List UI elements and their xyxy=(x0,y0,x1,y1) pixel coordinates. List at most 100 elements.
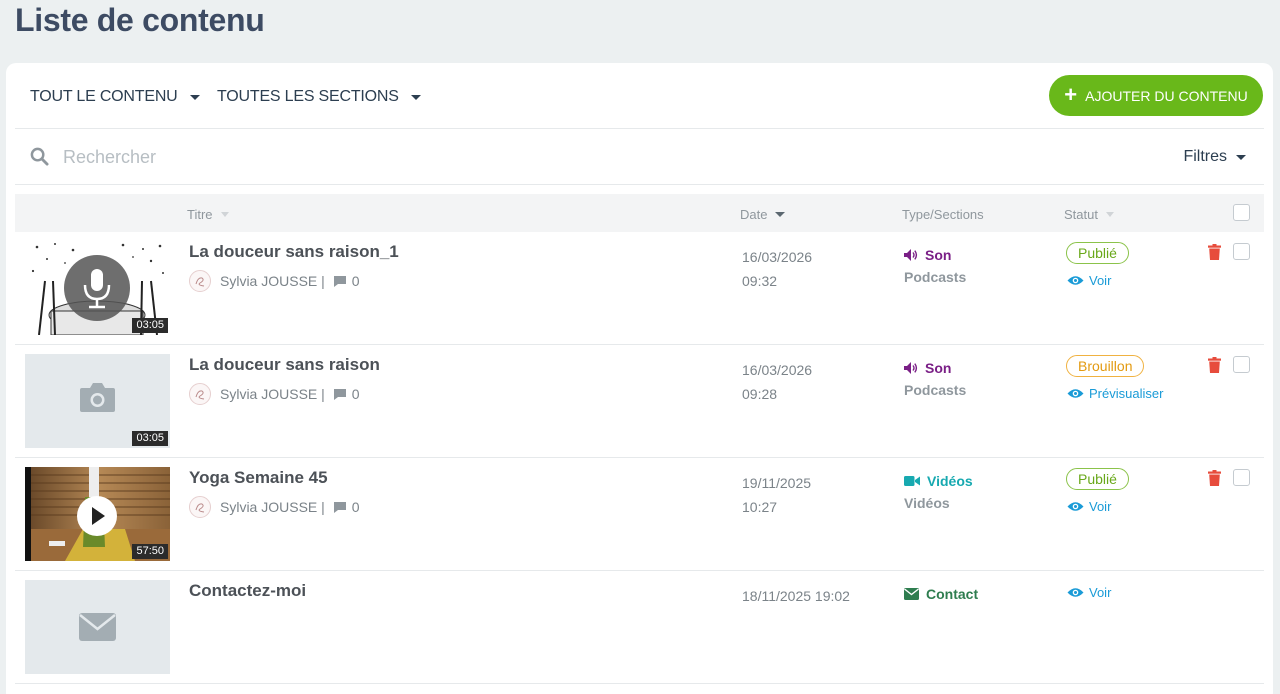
speaker-icon xyxy=(904,249,918,261)
date-value: 16/03/2026 xyxy=(742,362,813,378)
caret-down-icon xyxy=(410,94,421,100)
status-badge: Publié xyxy=(1066,242,1129,264)
date-value: 16/03/2026 xyxy=(742,249,813,265)
view-link-label: Voir xyxy=(1089,585,1112,600)
duration-badge: 03:05 xyxy=(132,318,168,333)
preview-link-label: Prévisualiser xyxy=(1089,386,1164,401)
duration-badge: 03:05 xyxy=(132,431,168,446)
envelope-icon xyxy=(79,613,116,641)
content-title[interactable]: Yoga Semaine 45 xyxy=(189,468,328,488)
content-card: TOUT LE CONTENU TOUTES LES SECTIONS + AJ… xyxy=(6,63,1273,694)
status-badge: Brouillon xyxy=(1066,355,1145,377)
column-header-status[interactable]: Statut xyxy=(1064,207,1114,222)
sort-active-icon xyxy=(775,212,786,217)
video-thumbnail[interactable]: 57:50 xyxy=(25,467,170,561)
column-header-label: Type/Sections xyxy=(902,207,984,222)
select-all-checkbox[interactable] xyxy=(1233,204,1250,221)
type-label: Son xyxy=(925,360,952,376)
add-content-button[interactable]: + AJOUTER DU CONTENU xyxy=(1049,75,1263,116)
row-checkbox[interactable] xyxy=(1233,243,1250,260)
caret-down-icon xyxy=(1236,154,1246,160)
trash-icon[interactable] xyxy=(1208,357,1221,373)
date-cell: 16/03/2026 09:32 xyxy=(742,245,812,293)
author-name: Sylvia JOUSSE | xyxy=(220,273,325,289)
content-title[interactable]: La douceur sans raison_1 xyxy=(189,242,399,262)
type-cell: Son xyxy=(904,245,951,265)
comment-icon xyxy=(333,388,346,400)
view-link-label: Voir xyxy=(1089,273,1112,288)
type-cell: Vidéos xyxy=(904,471,973,491)
divider xyxy=(15,184,1264,185)
date-cell: 18/11/2025 19:02 xyxy=(742,584,850,608)
sort-icon xyxy=(1105,212,1114,217)
column-header-type: Type/Sections xyxy=(902,207,984,222)
eye-icon xyxy=(1067,502,1084,511)
type-label: Vidéos xyxy=(927,473,973,489)
date-cell: 19/11/2025 10:27 xyxy=(742,471,811,519)
section-filter-dropdown[interactable]: TOUTES LES SECTIONS xyxy=(217,88,421,106)
table-header: Titre Date Type/Sections Statut xyxy=(15,194,1264,232)
section-filter-label: TOUTES LES SECTIONS xyxy=(217,88,399,105)
table-row[interactable]: 03:05 La douceur sans raison Sylvia JOUS… xyxy=(15,345,1264,458)
comment-count: 0 xyxy=(351,499,360,515)
search-icon xyxy=(30,147,49,166)
author-info: Sylvia JOUSSE | 0 xyxy=(189,496,360,518)
time-value: 10:27 xyxy=(742,499,778,515)
table-row[interactable]: 03:05 La douceur sans raison_1 Sylvia JO… xyxy=(15,232,1264,345)
comment-count: 0 xyxy=(351,386,360,402)
date-cell: 16/03/2026 09:28 xyxy=(742,358,812,406)
envelope-icon xyxy=(904,588,919,600)
filters-dropdown[interactable]: Filtres xyxy=(1183,148,1246,166)
content-title[interactable]: Contactez-moi xyxy=(189,581,306,601)
section-label: Podcasts xyxy=(904,269,967,285)
caret-down-icon xyxy=(189,94,200,100)
author-name: Sylvia JOUSSE | xyxy=(220,386,325,402)
podcast-thumbnail[interactable]: 03:05 xyxy=(25,241,170,335)
view-link[interactable]: Voir xyxy=(1067,273,1111,288)
type-label: Son xyxy=(925,247,952,263)
comment-icon xyxy=(333,501,346,513)
trash-icon[interactable] xyxy=(1208,470,1221,486)
avatar xyxy=(189,496,211,518)
column-header-label: Titre xyxy=(187,207,213,222)
comment-count: 0 xyxy=(351,273,360,289)
column-header-title[interactable]: Titre xyxy=(187,207,229,222)
eye-icon xyxy=(1067,276,1084,285)
author-name: Sylvia JOUSSE | xyxy=(220,499,325,515)
table-row[interactable]: 57:50 Yoga Semaine 45 Sylvia JOUSSE | 0 … xyxy=(15,458,1264,571)
section-label: Vidéos xyxy=(904,495,950,511)
content-filter-label: TOUT LE CONTENU xyxy=(30,88,178,105)
toolbar: TOUT LE CONTENU TOUTES LES SECTIONS + AJ… xyxy=(6,63,1273,129)
row-checkbox[interactable] xyxy=(1233,469,1250,486)
view-link[interactable]: Voir xyxy=(1067,499,1111,514)
date-value: 19/11/2025 xyxy=(742,475,812,491)
page-title: Liste de contenu xyxy=(15,2,265,38)
type-cell: Contact xyxy=(904,584,978,604)
date-value: 18/11/2025 19:02 xyxy=(742,588,850,604)
placeholder-thumbnail[interactable]: 03:05 xyxy=(25,354,170,448)
content-filter-dropdown[interactable]: TOUT LE CONTENU xyxy=(30,88,200,106)
column-header-label: Statut xyxy=(1064,207,1098,222)
search-input[interactable] xyxy=(63,143,663,171)
time-value: 09:28 xyxy=(742,386,778,402)
column-header-label: Date xyxy=(740,207,768,222)
placeholder-thumbnail[interactable] xyxy=(25,580,170,674)
preview-link[interactable]: Prévisualiser xyxy=(1067,386,1163,401)
add-content-label: AJOUTER DU CONTENU xyxy=(1085,87,1248,104)
row-checkbox[interactable] xyxy=(1233,356,1250,373)
view-link[interactable]: Voir xyxy=(1067,585,1111,600)
status-badge: Publié xyxy=(1066,468,1129,490)
author-info: Sylvia JOUSSE | 0 xyxy=(189,383,360,405)
type-label: Contact xyxy=(926,586,979,602)
trash-icon[interactable] xyxy=(1208,244,1221,260)
filters-label: Filtres xyxy=(1183,148,1227,165)
speaker-icon xyxy=(904,362,918,374)
content-title[interactable]: La douceur sans raison xyxy=(189,355,380,375)
sort-icon xyxy=(220,212,229,217)
table-row[interactable]: Contactez-moi 18/11/2025 19:02 Contact V… xyxy=(15,571,1264,684)
plus-icon: + xyxy=(1064,81,1078,107)
column-header-date[interactable]: Date xyxy=(740,207,786,222)
search-bar: Filtres xyxy=(15,129,1264,184)
section-label: Podcasts xyxy=(904,382,967,398)
time-value: 09:32 xyxy=(742,273,778,289)
